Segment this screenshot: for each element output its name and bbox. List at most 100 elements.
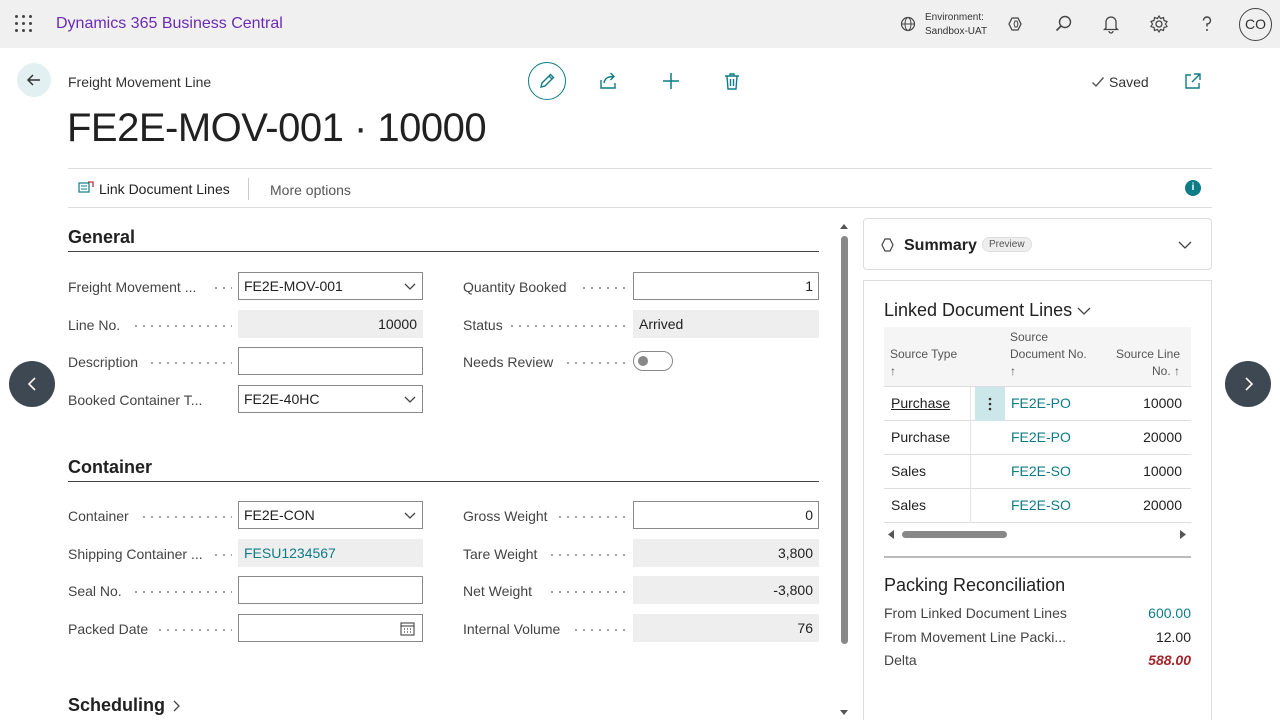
factbox-pane: Linked Document Lines Source Type ↑ Sour… [863, 280, 1212, 720]
needs-review-toggle[interactable] [633, 351, 673, 371]
line-no-field: 10000 [238, 310, 423, 338]
row-source-line-no: 10000 [1143, 395, 1182, 411]
linked-document-lines-title[interactable]: Linked Document Lines [884, 300, 1091, 321]
plus-icon[interactable] [661, 71, 681, 91]
scroll-left-icon[interactable] [887, 530, 895, 539]
chevron-down-icon [1077, 307, 1091, 316]
chevron-down-icon[interactable] [1178, 239, 1192, 251]
edit-button[interactable] [528, 62, 566, 100]
top-bar: Dynamics 365 Business Central Environmen… [0, 0, 1280, 48]
column-header-source-line-no[interactable]: Source Line No. ↑ [1116, 346, 1180, 380]
section-scheduling-heading[interactable]: Scheduling [68, 695, 182, 716]
saved-status: Saved [1109, 74, 1149, 90]
calendar-icon[interactable] [400, 621, 415, 636]
chevron-right-icon [173, 700, 180, 712]
action-bar-divider [248, 178, 249, 200]
info-icon[interactable]: i [1185, 180, 1201, 196]
row-source-type: Sales [891, 463, 927, 479]
row-source-line-no: 10000 [1143, 463, 1182, 479]
waffle-icon[interactable] [15, 15, 33, 33]
packed-date-label: Packed Date [68, 621, 149, 637]
summary-card[interactable]: Summary Preview [863, 218, 1212, 270]
previous-record-button[interactable] [9, 361, 55, 407]
row-source-document-no[interactable]: FE2E-SO [1011, 463, 1071, 479]
table-scrollbar-thumb[interactable] [902, 531, 1007, 538]
link-document-lines-button[interactable]: Link Document Lines [78, 181, 230, 197]
booked-container-type-field[interactable]: FE2E-40HC [238, 385, 423, 413]
delta-value: 588.00 [1148, 652, 1191, 668]
search-icon[interactable] [1054, 14, 1074, 34]
gear-icon[interactable] [1149, 14, 1169, 34]
seal-no-label: Seal No. [68, 583, 122, 599]
section-divider [884, 556, 1191, 558]
section-general-heading[interactable]: General [68, 227, 135, 248]
shipping-container-link[interactable]: FESU1234567 [238, 539, 423, 567]
chevron-left-icon [27, 377, 36, 391]
section-container-heading[interactable]: Container [68, 457, 152, 478]
section-divider [68, 251, 819, 252]
row-source-document-no[interactable]: FE2E-SO [1011, 497, 1071, 513]
scroll-down-icon[interactable] [839, 709, 849, 717]
freight-movement-field[interactable]: FE2E-MOV-001 [238, 272, 423, 300]
page-title: FE2E-MOV-001 · 10000 [67, 106, 487, 150]
net-weight-label: Net Weight [463, 583, 532, 599]
back-button[interactable] [17, 63, 51, 97]
row-source-document-no[interactable]: FE2E-PO [1011, 395, 1071, 411]
page-caption: Freight Movement Line [68, 74, 212, 90]
trash-icon[interactable] [722, 71, 742, 91]
reconciliation-value: 12.00 [1155, 629, 1191, 645]
reconciliation-value-link[interactable]: 600.00 [1148, 605, 1191, 621]
row-source-type: Purchase [891, 429, 951, 445]
line-no-label: Line No. [68, 317, 121, 333]
row-source-type: Sales [891, 497, 927, 513]
net-weight-field: -3,800 [633, 576, 819, 604]
packed-date-input[interactable] [238, 614, 423, 642]
column-header-source-document-no[interactable]: Source Document No. ↑ [1010, 329, 1087, 380]
back-arrow-icon [26, 74, 40, 86]
scroll-right-icon[interactable] [1179, 530, 1187, 539]
container-field[interactable]: FE2E-CON [238, 501, 423, 529]
row-source-document-no[interactable]: FE2E-PO [1011, 429, 1071, 445]
column-header-source-type[interactable]: Source Type ↑ [890, 346, 957, 380]
environment-icon [900, 16, 916, 32]
packing-reconciliation-title: Packing Reconciliation [884, 575, 1066, 595]
open-new-window-icon[interactable] [1184, 72, 1202, 90]
chevron-down-icon[interactable] [404, 394, 416, 404]
freight-movement-label: Freight Movement ... [68, 279, 197, 295]
description-input[interactable] [238, 347, 423, 375]
share-icon[interactable] [598, 71, 618, 91]
next-record-button[interactable] [1225, 361, 1271, 407]
quantity-booked-input[interactable]: 1 [633, 272, 819, 300]
preview-badge: Preview [982, 237, 1032, 252]
copilot-icon[interactable] [1006, 14, 1026, 34]
row-source-line-no: 20000 [1143, 429, 1182, 445]
table-horizontal-scrollbar[interactable] [884, 527, 1191, 541]
status-label: Status [463, 317, 503, 333]
reconciliation-label: From Movement Line Packi... [884, 629, 1067, 645]
main-scrollbar-thumb[interactable] [841, 236, 848, 644]
reconciliation-label: Delta [884, 652, 917, 668]
tare-weight-field: 3,800 [633, 539, 819, 567]
chevron-down-icon[interactable] [404, 281, 416, 291]
row-actions-button[interactable] [975, 387, 1005, 421]
bell-icon[interactable] [1101, 14, 1121, 34]
gross-weight-label: Gross Weight [463, 508, 548, 524]
help-icon[interactable] [1197, 14, 1217, 34]
container-label: Container [68, 508, 129, 524]
reconciliation-label: From Linked Document Lines [884, 605, 1067, 621]
action-bar: Link Document Lines More options i [68, 168, 1212, 208]
internal-volume-field: 76 [633, 614, 819, 642]
summary-title: Summary [904, 237, 977, 254]
avatar[interactable]: CO [1239, 8, 1272, 41]
app-title[interactable]: Dynamics 365 Business Central [56, 15, 283, 33]
status-field: Arrived [633, 310, 819, 338]
seal-no-input[interactable] [238, 576, 423, 604]
scroll-up-icon[interactable] [839, 222, 849, 230]
more-options-button[interactable]: More options [270, 182, 351, 198]
pencil-icon [540, 73, 555, 88]
gross-weight-input[interactable]: 0 [633, 501, 819, 529]
copilot-icon [881, 238, 894, 252]
environment-name: Sandbox-UAT [925, 26, 988, 37]
chevron-down-icon[interactable] [404, 510, 416, 520]
row-source-type[interactable]: Purchase [891, 395, 950, 411]
